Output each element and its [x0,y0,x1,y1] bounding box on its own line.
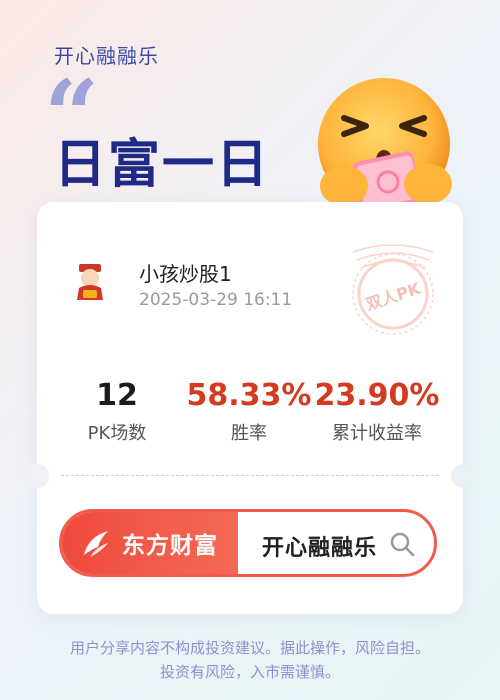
disclaimer-line-1: 用户分享内容不构成投资建议。据此操作，风险自担。 [69,639,430,657]
dashed-divider [61,475,439,476]
pk-stamp-icon: 双人PK [352,244,434,335]
risk-disclaimer: 用户分享内容不构成投资建议。据此操作，风险自担。 投资有风险，入市需谨慎。 [0,636,500,684]
stat-label: 胜率 [231,423,267,444]
stat-value: 23.90% [314,378,440,413]
pk-result-card: 小孩炒股1 2025-03-29 16:11 双人PK 12 PK场数 58.3… [25,202,475,614]
username: 小孩炒股1 [139,262,232,286]
brand-name: 东方财富 [122,533,218,559]
search-keyword[interactable]: 开心融融乐 [262,530,377,562]
stat-total-return: 23.90% 累计收益率 [307,378,447,445]
card-notch-left [25,464,49,488]
brand-search-bar[interactable]: 东方财富 开心融融乐 [59,509,437,577]
card-notch-right [451,464,475,488]
brand-badge: 东方财富 [62,512,238,574]
stat-label: 累计收益率 [332,423,422,444]
search-icon[interactable] [388,530,416,558]
eastmoney-logo-icon [84,531,108,557]
share-datetime: 2025-03-29 16:11 [139,290,293,310]
disclaimer-line-2: 投资有风险，入市需谨慎。 [159,663,340,681]
avatar[interactable] [73,262,107,302]
stat-label: PK场数 [87,423,147,444]
stat-win-rate: 58.33% 胜率 [179,378,319,445]
stamp-label: 双人PK [364,279,424,315]
headline-title: 日富一日 [54,135,271,195]
stat-value: 58.33% [186,378,312,413]
stat-value: 12 [96,378,138,413]
stat-pk-count: 12 PK场数 [47,378,187,445]
